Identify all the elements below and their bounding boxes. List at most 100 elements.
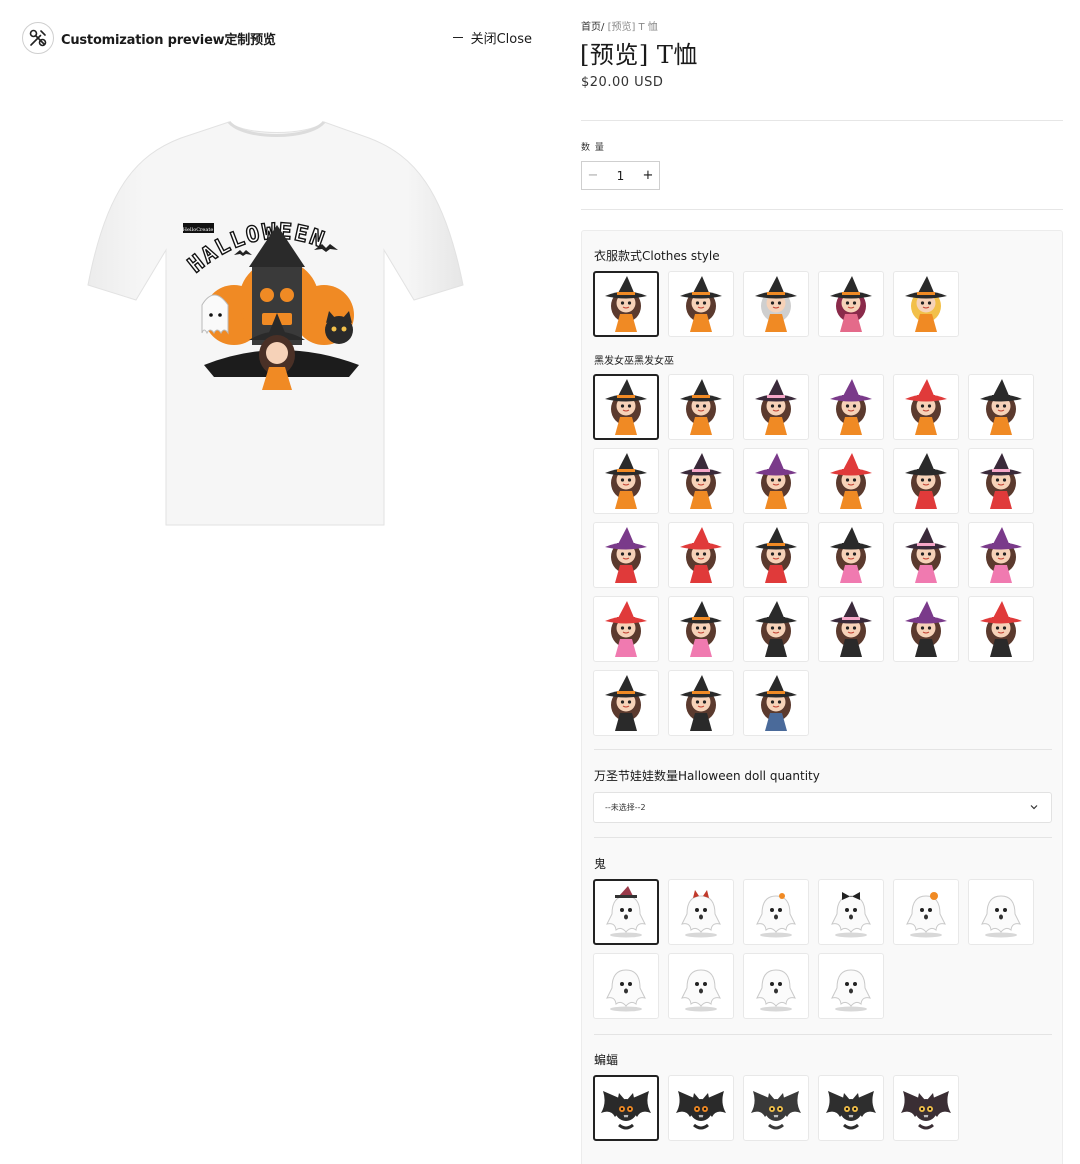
witch-swatch[interactable] [593,670,659,736]
witch-swatch[interactable] [593,448,659,514]
divider [581,120,1063,121]
scissors-logo-icon [29,29,47,47]
quantity-decrease-button[interactable]: − [582,168,604,183]
ghost-swatch[interactable] [593,953,659,1019]
ghost-thumbnail [606,969,646,1012]
witch-swatch[interactable] [668,596,734,662]
witch-thumbnail [980,527,1022,583]
bat-thumbnail [601,1091,651,1130]
witch-thumbnail [755,453,797,509]
witch-swatch[interactable] [893,596,959,662]
witch-thumbnail [830,379,872,435]
ghost-thumbnail [831,969,871,1012]
witch-swatch[interactable] [743,374,809,440]
witch-swatch[interactable] [668,670,734,736]
witch-thumbnail [980,379,1022,435]
ghost-swatch[interactable] [668,879,734,945]
witch-swatch[interactable] [668,374,734,440]
divider [594,1034,1052,1035]
clothes-style-swatch[interactable] [818,271,884,337]
quantity-input[interactable]: 1 [604,169,637,183]
ghost-thumbnail [756,893,796,938]
bat-swatch[interactable] [818,1075,884,1141]
witch-thumbnail [755,379,797,435]
witch-thumbnail [905,601,947,657]
ghost-swatch[interactable] [818,879,884,945]
bat-swatch[interactable] [668,1075,734,1141]
witch-swatch[interactable] [893,522,959,588]
clothes-style-swatch[interactable] [893,271,959,337]
witch-thumbnail [905,453,947,509]
preview-header: Customization preview定制预览 关闭Close [22,22,532,54]
minus-icon [452,36,463,39]
witch-swatch[interactable] [818,374,884,440]
ghost-swatch[interactable] [743,953,809,1019]
clothes-style-swatch[interactable] [668,271,734,337]
witch-swatch[interactable] [968,448,1034,514]
witch-swatch[interactable] [968,374,1034,440]
ghost-thumbnail [606,886,646,938]
doll-quantity-label: 万圣节娃娃数量Halloween doll quantity [594,769,820,783]
witch-thumbnail [680,675,722,731]
tshirt-preview: HelloCreate HALLOWEEN [84,110,468,530]
clothes-style-thumbnail [755,276,797,332]
witch-swatch[interactable] [818,596,884,662]
breadcrumb-home-link[interactable]: 首页/ [581,22,604,33]
clothes-style-swatches [593,271,1035,338]
witch-swatch[interactable] [593,596,659,662]
witch-label: 黑发女巫黑发女巫 [594,356,674,367]
ghost-label: 鬼 [594,857,607,871]
witch-thumbnail [605,453,647,509]
ghost-swatch[interactable] [968,879,1034,945]
ghost-swatch[interactable] [593,879,659,945]
bat-thumbnail [826,1091,876,1130]
product-title: [预览] T恤 [580,41,698,69]
witch-swatch[interactable] [818,522,884,588]
bat-swatch[interactable] [893,1075,959,1141]
witch-thumbnail [680,453,722,509]
close-button[interactable]: 关闭Close [452,28,532,47]
doll-quantity-value: --未选择--2 [605,803,646,812]
witch-thumbnail [680,527,722,583]
doll-quantity-select[interactable]: --未选择--2 [593,792,1052,823]
clothes-style-swatch[interactable] [593,271,659,337]
bat-swatch[interactable] [743,1075,809,1141]
witch-swatch[interactable] [893,374,959,440]
ghost-thumbnail [681,890,721,938]
witch-swatch[interactable] [593,522,659,588]
witch-thumbnail [680,601,722,657]
witch-swatch[interactable] [743,448,809,514]
witch-swatch[interactable] [668,448,734,514]
witch-thumbnail [605,675,647,731]
bat-swatch[interactable] [593,1075,659,1141]
witch-thumbnail [830,601,872,657]
ghost-swatch[interactable] [893,879,959,945]
witch-swatch[interactable] [818,448,884,514]
witch-swatch[interactable] [668,522,734,588]
witch-swatches [593,374,1035,737]
witch-swatch[interactable] [743,670,809,736]
witch-swatch[interactable] [743,522,809,588]
close-label: 关闭Close [470,32,532,47]
customization-options: 衣服款式Clothes style 黑发女巫黑发女巫 万圣节娃娃数量Hallow… [581,230,1063,1164]
bat-swatches [593,1075,1035,1142]
bat-label: 蝙蝠 [594,1053,619,1067]
ghost-swatch[interactable] [668,953,734,1019]
chevron-down-icon [1030,805,1038,810]
witch-thumbnail [755,601,797,657]
witch-thumbnail [980,453,1022,509]
quantity-increase-button[interactable]: + [637,168,659,183]
clothes-style-swatch[interactable] [743,271,809,337]
witch-swatch[interactable] [968,522,1034,588]
divider [594,837,1052,838]
breadcrumb-current: [预览] T 恤 [607,22,658,33]
witch-swatch[interactable] [743,596,809,662]
ghost-thumbnail [756,969,796,1012]
witch-swatch[interactable] [593,374,659,440]
ghost-swatch[interactable] [818,953,884,1019]
quantity-label: 数 量 [581,143,605,153]
ghost-swatches [593,879,1035,1020]
ghost-swatch[interactable] [743,879,809,945]
witch-swatch[interactable] [893,448,959,514]
witch-swatch[interactable] [968,596,1034,662]
